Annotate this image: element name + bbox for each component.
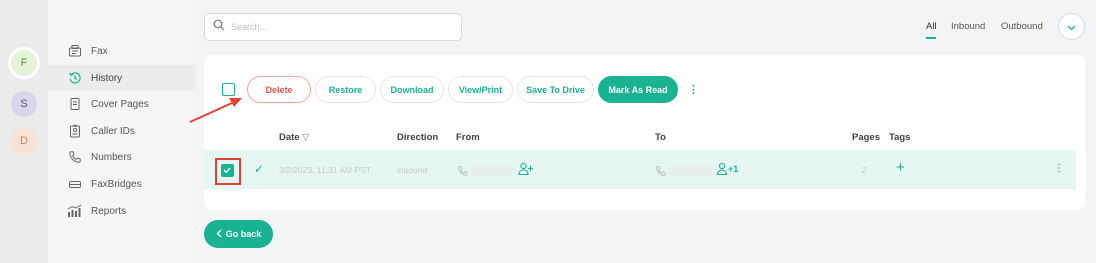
sidebar-item-label: Reports [91,205,127,217]
to-phone-icon [655,164,667,182]
column-header-to: To [655,132,666,143]
id-badge-icon [67,123,83,139]
avatar-initial: F [20,57,28,69]
sidebar-item-history[interactable]: History [48,65,196,91]
checkbox-highlight-box [215,158,241,185]
avatar-account-s[interactable]: S [11,91,37,117]
sidebar-item-reports[interactable]: Reports [48,198,196,224]
go-back-label: Go back [225,229,262,239]
save-to-drive-button[interactable]: Save To Drive [517,76,594,103]
history-icon [67,70,83,86]
avatar-initial: D [20,135,28,147]
sidebar-item-label: Caller IDs [91,125,135,137]
mark-as-read-button[interactable]: Mark As Read [598,76,678,103]
sidebar-item-label: Cover Pages [91,98,149,110]
active-tab-indicator [926,37,936,39]
row-more-button[interactable]: ⋮ [1054,163,1064,174]
avatar-account-d[interactable]: D [11,128,37,154]
filter-expand-button[interactable] [1058,13,1085,40]
filter-tab-all[interactable]: All [926,21,937,32]
row-direction: inbound [397,165,428,175]
account-rail: F S D [0,0,48,263]
sidebar-item-label: FaxBridges [91,178,142,190]
select-all-checkbox[interactable] [222,83,235,96]
avatar-account-f[interactable]: F [11,50,37,76]
add-tag-button[interactable]: + [896,159,905,176]
sidebar-item-fax[interactable]: Fax [48,38,196,64]
bridge-icon [67,176,83,192]
add-contact-icon[interactable] [518,162,534,181]
from-number-redacted [470,166,514,175]
search-icon [213,18,225,36]
contact-icon[interactable] [716,162,728,181]
row-pages: 2 [862,165,867,175]
to-number-redacted [668,166,712,175]
chevron-left-icon [216,229,222,240]
sidebar-item-cover-pages[interactable]: Cover Pages [48,91,196,117]
toolbar-more-button[interactable]: ⋮ [688,83,699,96]
chevron-down-icon [1067,18,1076,36]
phone-icon [67,149,83,165]
sidebar-item-label: Numbers [91,151,132,163]
column-header-date[interactable]: Date ▽ [279,132,309,143]
search-input[interactable] [231,22,441,32]
column-header-tags: Tags [889,132,911,143]
from-phone-icon [457,164,469,182]
sidebar-item-label: History [91,72,123,84]
chart-icon [67,203,83,219]
sidebar-item-label: Fax [91,45,108,57]
additional-recipients-count[interactable]: +1 [728,164,738,174]
column-header-from: From [456,132,480,143]
avatar-initial: S [20,98,28,110]
sidebar-nav: Fax History Cover Pages Caller IDs Numbe… [48,0,196,263]
column-header-direction: Direction [397,132,439,143]
column-header-pages: Pages [852,132,880,143]
delete-button[interactable]: Delete [247,76,311,103]
read-status-check-icon: ✓ [254,162,265,176]
view-print-button[interactable]: View/Print [448,76,513,103]
download-button[interactable]: Download [380,76,444,103]
filter-tab-outbound[interactable]: Outbound [1001,21,1043,32]
column-header-date-label: Date [279,132,300,143]
document-icon [67,96,83,112]
restore-button[interactable]: Restore [315,76,376,103]
search-box[interactable] [204,13,462,41]
sidebar-item-numbers[interactable]: Numbers [48,144,196,170]
sidebar-item-faxbridges[interactable]: FaxBridges [48,171,196,197]
go-back-button[interactable]: Go back [204,220,273,248]
filter-tab-inbound[interactable]: Inbound [951,21,985,32]
fax-icon [67,43,83,59]
sort-icon: ▽ [302,132,310,142]
row-date: 3/2/2023, 11:31 AM PST [279,165,371,175]
sidebar-item-caller-ids[interactable]: Caller IDs [48,118,196,144]
